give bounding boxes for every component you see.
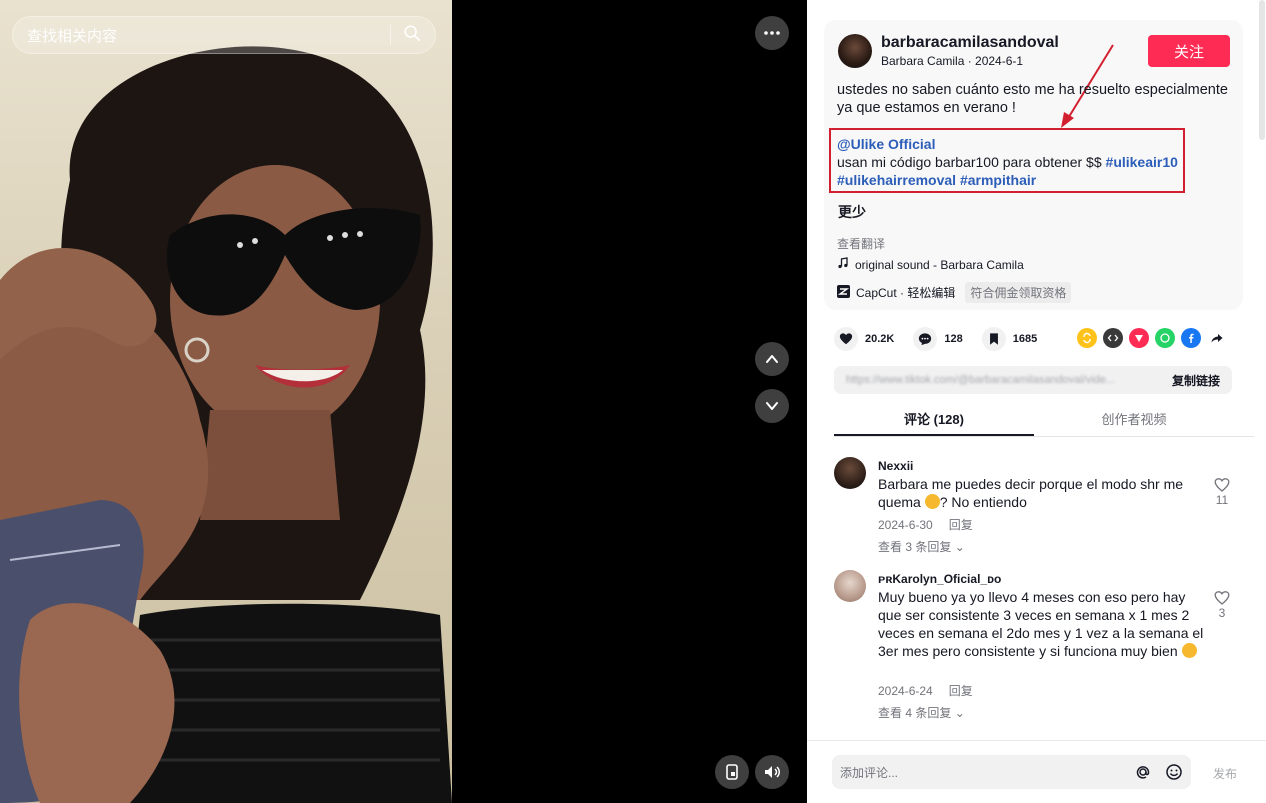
comment-bar: 添加评论... 发布 — [807, 740, 1266, 803]
comment-text: Muy bueno ya yo llevo 4 meses con eso pe… — [878, 588, 1208, 660]
whatsapp-icon[interactable] — [1155, 328, 1175, 348]
description-card: barbaracamilasandoval Barbara Camila · 2… — [824, 20, 1243, 310]
capcut-label[interactable]: CapCut · 轻松编辑 — [856, 284, 955, 301]
view-replies-button[interactable]: 查看 3 条回复 ⌄ — [878, 538, 965, 555]
comment-input[interactable]: 添加评论... — [832, 755, 1191, 789]
tabs: 评论 (128) 创作者视频 — [834, 404, 1254, 437]
search-icon[interactable] — [403, 24, 421, 47]
more-options-icon[interactable] — [755, 16, 789, 50]
chevron-down-icon: ⌄ — [954, 540, 965, 554]
detail-panel: barbaracamilasandoval Barbara Camila · 2… — [807, 0, 1266, 803]
comment-meta: 2024-6-24 回复 — [878, 682, 973, 699]
like-button[interactable]: 20.2K — [834, 327, 894, 351]
comment-like-count: 3 — [1218, 606, 1226, 620]
tab-comments[interactable]: 评论 (128) — [834, 404, 1034, 436]
stats-row: 20.2K 128 1685 — [834, 326, 1056, 352]
commission-badge: 符合佣金领取资格 — [965, 282, 1072, 303]
video-still-image — [0, 46, 452, 803]
comment-meta: 2024-6-30 回复 — [878, 516, 973, 533]
video-frame[interactable]: 查找相关内容 — [0, 0, 452, 803]
promo-text: usan mi código barbar100 para obtener $$ — [837, 154, 1102, 170]
hashtag-link[interactable]: #ulikehairremoval — [837, 172, 956, 188]
view-replies-button[interactable]: 查看 4 条回复 ⌄ — [878, 704, 965, 721]
chevron-down-icon: ⌄ — [954, 706, 965, 720]
search-divider — [390, 25, 391, 45]
comment-body: Barbara me puedes decir porque el modo s… — [878, 476, 1184, 510]
music-row[interactable]: original sound - Barbara Camila — [837, 257, 1024, 272]
comment-date: 2024-6-30 — [878, 518, 933, 532]
view-replies-label: 查看 4 条回复 — [878, 706, 952, 720]
caption-text: ustedes no saben cuánto esto me ha resue… — [837, 82, 1228, 116]
video-player[interactable]: 查找相关内容 — [0, 0, 807, 803]
music-note-icon — [837, 257, 849, 272]
capcut-icon — [837, 284, 850, 301]
comment-input-placeholder: 添加评论... — [840, 765, 899, 780]
heart-eyes-emoji-icon — [1181, 643, 1197, 658]
comment-text: Barbara me puedes decir porque el modo s… — [878, 475, 1208, 511]
search-input[interactable]: 查找相关内容 — [27, 25, 390, 46]
embed-code-icon[interactable] — [1103, 328, 1123, 348]
save-button[interactable]: 1685 — [981, 327, 1038, 351]
heart-icon[interactable] — [834, 327, 858, 351]
reply-button[interactable]: 回复 — [949, 518, 973, 532]
scrollbar[interactable] — [1259, 0, 1265, 140]
comment-like-count: 11 — [1215, 493, 1229, 507]
comment-item: ᴘʀKarolyn_Oficial_ᴅᴏ Muy bueno ya yo lle… — [834, 570, 1244, 720]
mini-player-icon[interactable] — [715, 755, 749, 789]
like-count: 20.2K — [865, 333, 895, 345]
next-video-icon[interactable] — [755, 389, 789, 423]
translate-link[interactable]: 查看翻译 — [837, 235, 885, 252]
comment-date: 2024-6-24 — [878, 684, 933, 698]
tab-creator-videos[interactable]: 创作者视频 — [1034, 404, 1234, 436]
caption-promo: @Ulike Official usan mi código barbar100… — [837, 135, 1217, 189]
bookmark-icon[interactable] — [981, 327, 1006, 351]
show-less-button[interactable]: 更少 — [838, 202, 866, 222]
share-arrow-icon[interactable] — [1207, 328, 1227, 348]
comment-button[interactable]: 128 — [913, 327, 963, 351]
mention-icon[interactable] — [1134, 763, 1152, 781]
save-count: 1685 — [1012, 333, 1038, 345]
comment-like-button[interactable]: 3 — [1214, 590, 1230, 620]
comment-count: 128 — [944, 333, 963, 345]
copy-link-button[interactable]: 复制链接 — [1172, 372, 1220, 389]
hashtag-link[interactable]: #ulikeair10 — [1106, 154, 1178, 170]
share-icons — [1077, 328, 1227, 348]
copy-link-bar: https://www.tiktok.com/@barbaracamilasan… — [834, 366, 1232, 394]
comment-body: Muy bueno ya yo llevo 4 meses con eso pe… — [878, 589, 1204, 659]
previous-video-icon[interactable] — [755, 342, 789, 376]
heart-outline-icon — [1214, 478, 1230, 492]
reply-button[interactable]: 回复 — [949, 684, 973, 698]
post-comment-button[interactable]: 发布 — [1213, 765, 1237, 782]
view-replies-label: 查看 3 条回复 — [878, 540, 952, 554]
comment-like-button[interactable]: 11 — [1214, 477, 1230, 507]
commenter-name[interactable]: ᴘʀKarolyn_Oficial_ᴅᴏ — [878, 572, 1001, 586]
comment-icon[interactable] — [913, 327, 938, 351]
music-title[interactable]: original sound - Barbara Camila — [855, 258, 1024, 272]
volume-icon[interactable] — [755, 755, 789, 789]
video-url: https://www.tiktok.com/@barbaracamilasan… — [846, 374, 1116, 386]
hashtag-link[interactable]: #armpithair — [960, 172, 1036, 188]
commenter-avatar[interactable] — [834, 570, 866, 602]
search-bar[interactable]: 查找相关内容 — [12, 16, 436, 54]
repost-icon[interactable] — [1077, 328, 1097, 348]
comment-body-end: ? No entiendo — [939, 494, 1027, 510]
weary-emoji-icon — [924, 494, 940, 509]
capcut-row[interactable]: CapCut · 轻松编辑 符合佣金领取资格 — [837, 282, 1072, 303]
heart-outline-icon — [1214, 591, 1230, 605]
commenter-avatar[interactable] — [834, 457, 866, 489]
emoji-icon[interactable] — [1165, 763, 1183, 781]
commenter-name[interactable]: Nexxii — [878, 459, 913, 473]
send-to-friends-icon[interactable] — [1129, 328, 1149, 348]
mention-link[interactable]: @Ulike Official — [837, 136, 935, 152]
facebook-icon[interactable] — [1181, 328, 1201, 348]
comment-item: Nexxii Barbara me puedes decir porque el… — [834, 457, 1244, 557]
